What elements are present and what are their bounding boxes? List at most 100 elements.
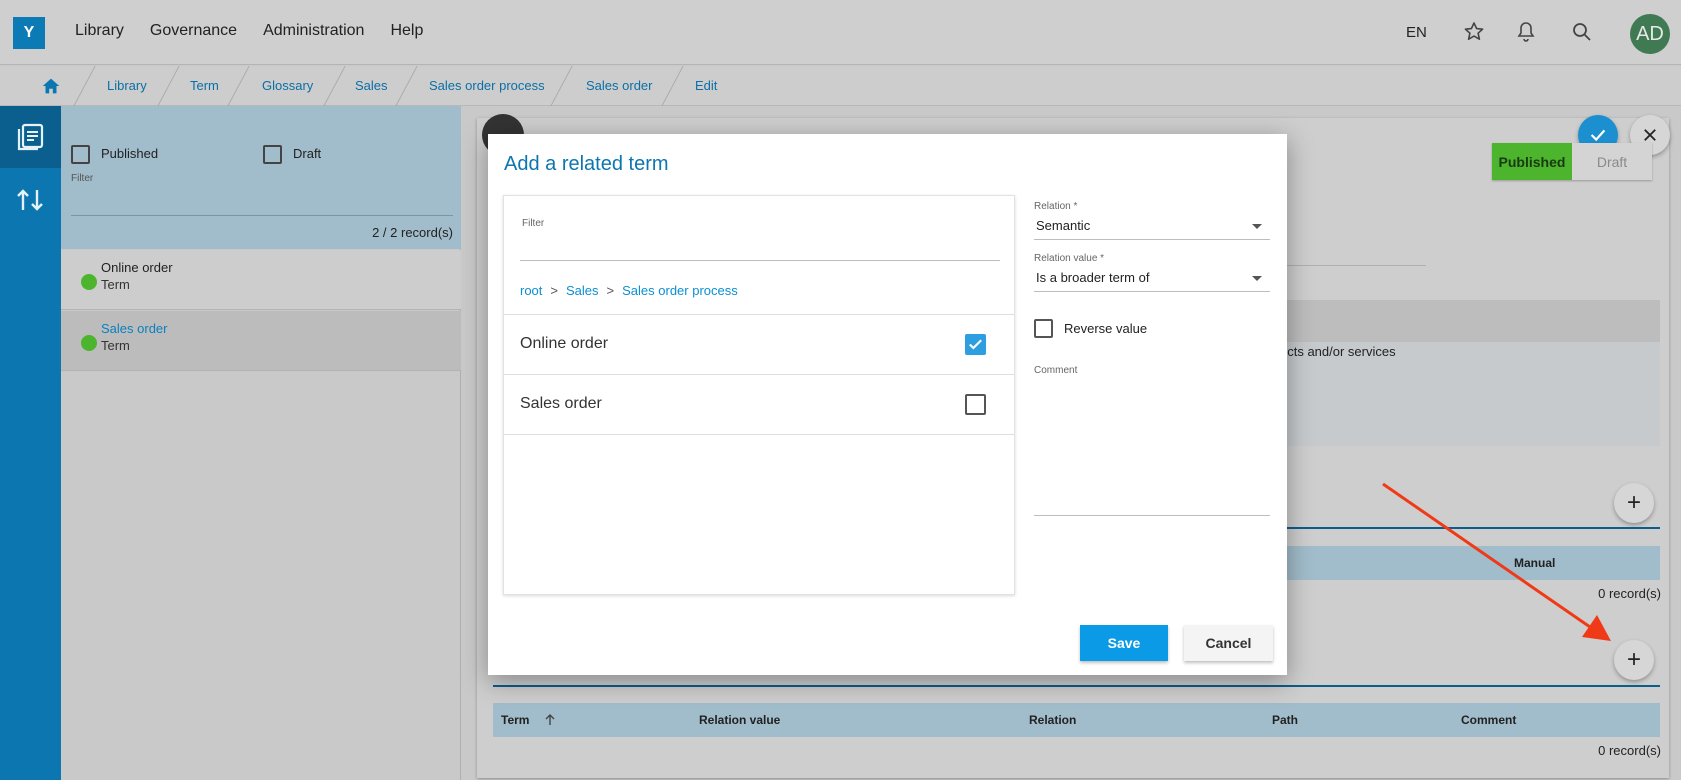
language-selector[interactable]: EN xyxy=(1406,24,1427,41)
main-nav: Library Governance Administration Help xyxy=(75,22,423,40)
comment-textarea[interactable] xyxy=(1034,377,1270,514)
left-rail xyxy=(0,106,61,780)
crumb-sales-order[interactable]: Sales order xyxy=(586,78,652,93)
list-item-name: Online order xyxy=(101,260,173,275)
column-header-relation[interactable]: Relation xyxy=(1029,713,1076,727)
table1-records: 0 record(s) xyxy=(1598,586,1661,601)
crumb-edit[interactable]: Edit xyxy=(695,78,717,93)
published-checkbox[interactable] xyxy=(71,145,90,164)
add-button[interactable]: + xyxy=(1614,483,1654,523)
relation-select[interactable]: Semantic xyxy=(1034,212,1270,240)
column-header-manual[interactable]: Manual xyxy=(1514,556,1555,570)
star-icon[interactable] xyxy=(1462,20,1486,44)
reverse-value-checkbox[interactable] xyxy=(1034,319,1053,338)
reverse-value-label: Reverse value xyxy=(1064,321,1148,336)
add-related-term-button[interactable]: + xyxy=(1614,640,1654,680)
list-filter-input[interactable] xyxy=(71,215,453,216)
sort-ascending-icon[interactable] xyxy=(543,713,557,727)
term-option[interactable]: Sales order xyxy=(504,374,1014,434)
relation-value-select-value: Is a broader term of xyxy=(1036,270,1150,285)
path-root[interactable]: root xyxy=(520,283,542,298)
breadcrumb-separator xyxy=(227,66,250,106)
path-sales[interactable]: Sales xyxy=(566,283,599,298)
draft-checkbox-label: Draft xyxy=(293,146,322,161)
description-header xyxy=(1286,300,1660,342)
column-header-relation-value[interactable]: Relation value xyxy=(699,713,780,727)
comment-underline xyxy=(1034,515,1270,516)
crumb-sales-order-process[interactable]: Sales order process xyxy=(429,78,545,93)
home-icon[interactable] xyxy=(40,75,62,97)
list-item[interactable]: Online order Term xyxy=(61,250,461,310)
term-option-checkbox[interactable] xyxy=(965,394,986,415)
comment-label: Comment xyxy=(1034,365,1078,376)
search-icon[interactable] xyxy=(1570,20,1594,44)
breadcrumb-separator xyxy=(323,66,346,106)
term-picker: Filter root > Sales > Sales order process On… xyxy=(503,195,1015,595)
path-separator: > xyxy=(606,283,615,298)
crumb-glossary[interactable]: Glossary xyxy=(262,78,313,93)
path-separator: > xyxy=(550,283,558,298)
library-icon[interactable] xyxy=(14,121,46,153)
column-header-comment[interactable]: Comment xyxy=(1461,713,1516,727)
path-sales-order-process[interactable]: Sales order process xyxy=(622,283,738,298)
breadcrumb-separator xyxy=(661,66,684,106)
breadcrumb: Library Term Glossary Sales Sales order … xyxy=(0,66,1681,106)
crumb-library[interactable]: Library xyxy=(107,78,147,93)
crumb-sales[interactable]: Sales xyxy=(355,78,388,93)
relation-label: Relation * xyxy=(1034,201,1078,212)
top-bar: Y Library Governance Administration Help… xyxy=(0,0,1681,65)
lineage-icon[interactable] xyxy=(14,184,46,216)
dialog-title: Add a related term xyxy=(504,153,669,175)
nav-library[interactable]: Library xyxy=(75,22,124,40)
list-filters: Published Draft Filter 2 / 2 record(s) xyxy=(61,106,461,249)
relation-value-label: Relation value * xyxy=(1034,253,1105,264)
bell-icon[interactable] xyxy=(1514,20,1538,44)
draft-checkbox[interactable] xyxy=(263,145,282,164)
breadcrumb-separator xyxy=(395,66,418,106)
status-toggle[interactable]: Published Draft xyxy=(1492,143,1652,180)
crumb-term[interactable]: Term xyxy=(190,78,219,93)
list-item-name: Sales order xyxy=(101,321,168,336)
add-related-term-dialog: Add a related term Filter root > Sales > Sal… xyxy=(488,134,1287,675)
term-option-label: Online order xyxy=(520,335,609,352)
description-text: ucts and/or services xyxy=(1280,344,1396,359)
status-published[interactable]: Published xyxy=(1492,143,1572,180)
breadcrumb-separator xyxy=(157,66,180,106)
table1-header: Manual xyxy=(1286,546,1660,580)
status-draft[interactable]: Draft xyxy=(1572,143,1652,180)
filter-label: Filter xyxy=(522,218,545,229)
column-header-term[interactable]: Term xyxy=(501,713,529,727)
column-header-path[interactable]: Path xyxy=(1272,713,1298,727)
close-icon xyxy=(1644,129,1656,141)
term-option-checkbox[interactable] xyxy=(965,334,986,355)
published-checkbox-label: Published xyxy=(101,146,159,161)
records-count: 2 / 2 record(s) xyxy=(372,225,453,240)
nav-governance[interactable]: Governance xyxy=(150,22,237,40)
breadcrumb-separator xyxy=(550,66,573,106)
term-list-panel: Published Draft Filter 2 / 2 record(s) O… xyxy=(61,106,461,780)
published-status-dot xyxy=(81,335,97,351)
app-logo[interactable]: Y xyxy=(13,17,45,49)
chevron-down-icon xyxy=(1252,224,1262,229)
term-option[interactable]: Online order xyxy=(504,314,1014,374)
section-divider xyxy=(493,685,1660,687)
cancel-button[interactable]: Cancel xyxy=(1184,625,1273,661)
check-icon xyxy=(969,339,982,350)
list-item-type: Term xyxy=(101,277,130,292)
field-underline xyxy=(1286,265,1426,266)
list-item[interactable]: Sales order Term xyxy=(61,311,461,371)
published-status-dot xyxy=(81,274,97,290)
nav-help[interactable]: Help xyxy=(390,22,423,40)
related-terms-table-header: Term Relation value Relation Path Commen… xyxy=(493,703,1660,737)
list-item-type: Term xyxy=(101,338,130,353)
related-terms-records: 0 record(s) xyxy=(1598,743,1661,758)
term-filter-input[interactable] xyxy=(520,260,1000,261)
term-option-label: Sales order xyxy=(520,395,602,412)
relation-select-value: Semantic xyxy=(1036,218,1091,233)
list-divider xyxy=(504,434,1014,435)
nav-administration[interactable]: Administration xyxy=(263,22,364,40)
relation-value-select[interactable]: Is a broader term of xyxy=(1034,264,1270,292)
chevron-down-icon xyxy=(1252,276,1262,281)
save-button[interactable]: Save xyxy=(1080,625,1168,661)
user-avatar[interactable]: AD xyxy=(1630,14,1670,54)
